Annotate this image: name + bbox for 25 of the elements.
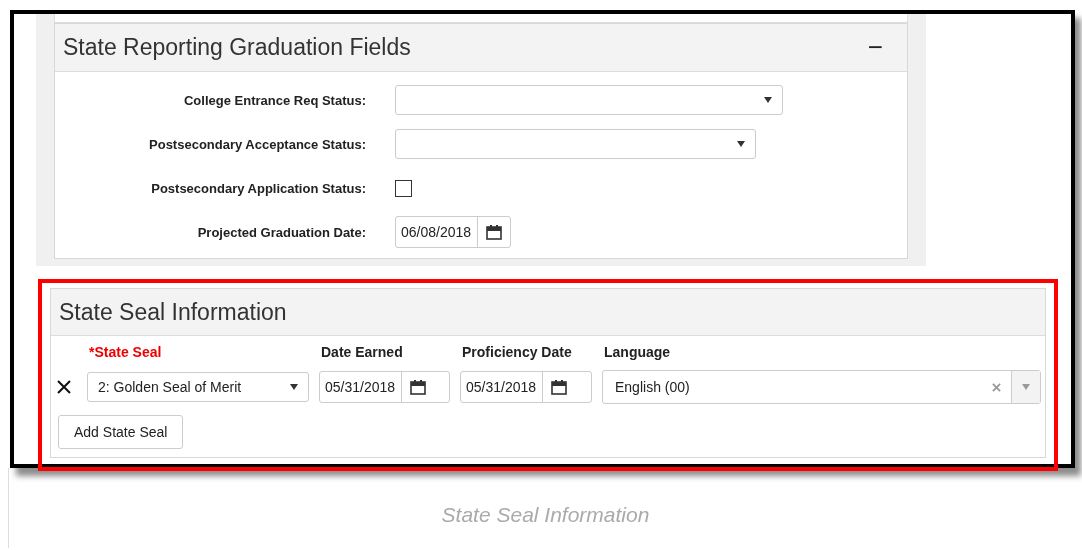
field-label: Postsecondary Acceptance Status: (148, 136, 367, 152)
panel-title: State Reporting Graduation Fields (63, 34, 411, 61)
date-field[interactable]: 06/08/2018 (395, 216, 512, 248)
image-caption: State Seal Information (441, 503, 650, 527)
dropdown-field[interactable]: English (00) (602, 370, 1041, 404)
panel-title: State Seal Information (59, 298, 287, 326)
checkbox[interactable] (395, 179, 412, 197)
column-header: *State Seal (88, 344, 163, 360)
caret-icon (764, 97, 772, 103)
field-label: College Entrance Req Status: (182, 92, 367, 108)
field-label: Postsecondary Application Status: (150, 180, 367, 196)
caret-icon (1022, 384, 1030, 390)
column-header: Date Earned (321, 344, 404, 360)
dropdown-field[interactable] (395, 129, 756, 159)
date-field[interactable]: 05/31/2018 (319, 371, 450, 403)
add-state-seal-button[interactable]: Add State Seal (58, 415, 184, 449)
column-header: Language (604, 344, 672, 360)
column-header: Proficiency Date (462, 344, 573, 360)
collapse-button[interactable]: − (851, 32, 899, 63)
date-field[interactable]: 05/31/2018 (460, 371, 592, 403)
dropdown-field[interactable] (395, 85, 783, 115)
field-label: Projected Graduation Date: (196, 224, 367, 240)
dropdown-field[interactable]: 2: Golden Seal of Merit (87, 372, 309, 402)
caret-icon (290, 384, 298, 390)
caret-icon (737, 141, 745, 147)
